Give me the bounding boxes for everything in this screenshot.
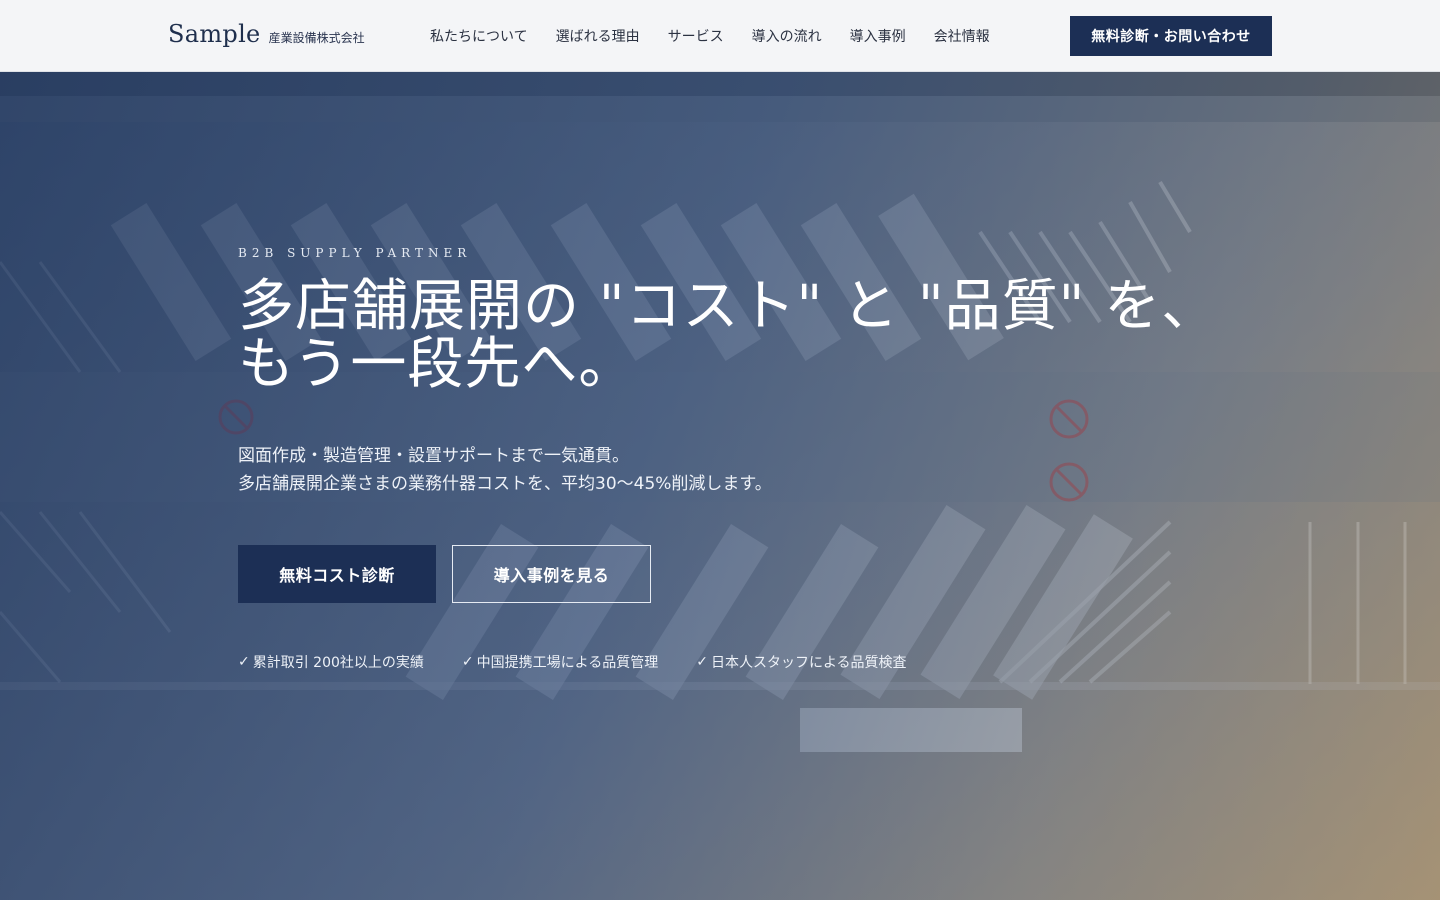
feature-item: ✓ 中国提携工場による品質管理 — [462, 652, 658, 672]
view-cases-button[interactable]: 導入事例を見る — [452, 545, 651, 603]
hero-section: B2B SUPPLY PARTNER 多店舗展開の "コスト" と "品質" を… — [0, 72, 1440, 900]
hero-headline: 多店舗展開の "コスト" と "品質" を、 もう一段先へ。 — [238, 278, 1218, 394]
check-icon: ✓ — [696, 654, 708, 670]
hero-description-line-2: 多店舗展開企業さまの業務什器コストを、平均30〜45%削減します。 — [238, 474, 772, 494]
site-header: Sample 産業設備株式会社 私たちについて 選ばれる理由 サービス 導入の流… — [0, 0, 1440, 72]
feature-text: 日本人スタッフによる品質検査 — [710, 655, 907, 671]
logo-wordmark: Sample — [168, 20, 261, 48]
main-nav: 私たちについて 選ばれる理由 サービス 導入の流れ 導入事例 会社情報 — [430, 0, 990, 72]
free-cost-diagnosis-button[interactable]: 無料コスト診断 — [238, 545, 436, 603]
feature-text: 中国提携工場による品質管理 — [476, 655, 659, 671]
logo-company-name: 産業設備株式会社 — [268, 31, 365, 45]
hero-eyebrow: B2B SUPPLY PARTNER — [238, 246, 472, 260]
feature-item: ✓ 日本人スタッフによる品質検査 — [696, 652, 906, 672]
feature-list: ✓ 累計取引 200社以上の実績 ✓ 中国提携工場による品質管理 ✓ 日本人スタ… — [238, 652, 907, 672]
check-icon: ✓ — [461, 654, 474, 670]
hero-description: 図面作成・製造管理・設置サポートまで一気通貫。 多店舗展開企業さまの業務什器コス… — [238, 442, 772, 498]
nav-item-cases[interactable]: 導入事例 — [850, 26, 906, 46]
feature-text: 累計取引 200社以上の実績 — [252, 655, 424, 671]
feature-item: ✓ 累計取引 200社以上の実績 — [238, 652, 424, 672]
check-icon: ✓ — [238, 654, 250, 670]
nav-item-about[interactable]: 私たちについて — [430, 26, 528, 46]
logo[interactable]: Sample 産業設備株式会社 — [168, 20, 365, 48]
nav-item-company[interactable]: 会社情報 — [934, 26, 990, 46]
hero-description-line-1: 図面作成・製造管理・設置サポートまで一気通貫。 — [238, 446, 629, 466]
hero-headline-line-2: もう一段先へ。 — [238, 332, 636, 397]
nav-item-reasons[interactable]: 選ばれる理由 — [556, 26, 640, 46]
nav-item-flow[interactable]: 導入の流れ — [752, 26, 822, 46]
hero-headline-line-1: 多店舗展開の "コスト" と "品質" を、 — [238, 274, 1219, 339]
contact-button[interactable]: 無料診断・お問い合わせ — [1070, 16, 1272, 56]
nav-item-services[interactable]: サービス — [668, 26, 724, 46]
